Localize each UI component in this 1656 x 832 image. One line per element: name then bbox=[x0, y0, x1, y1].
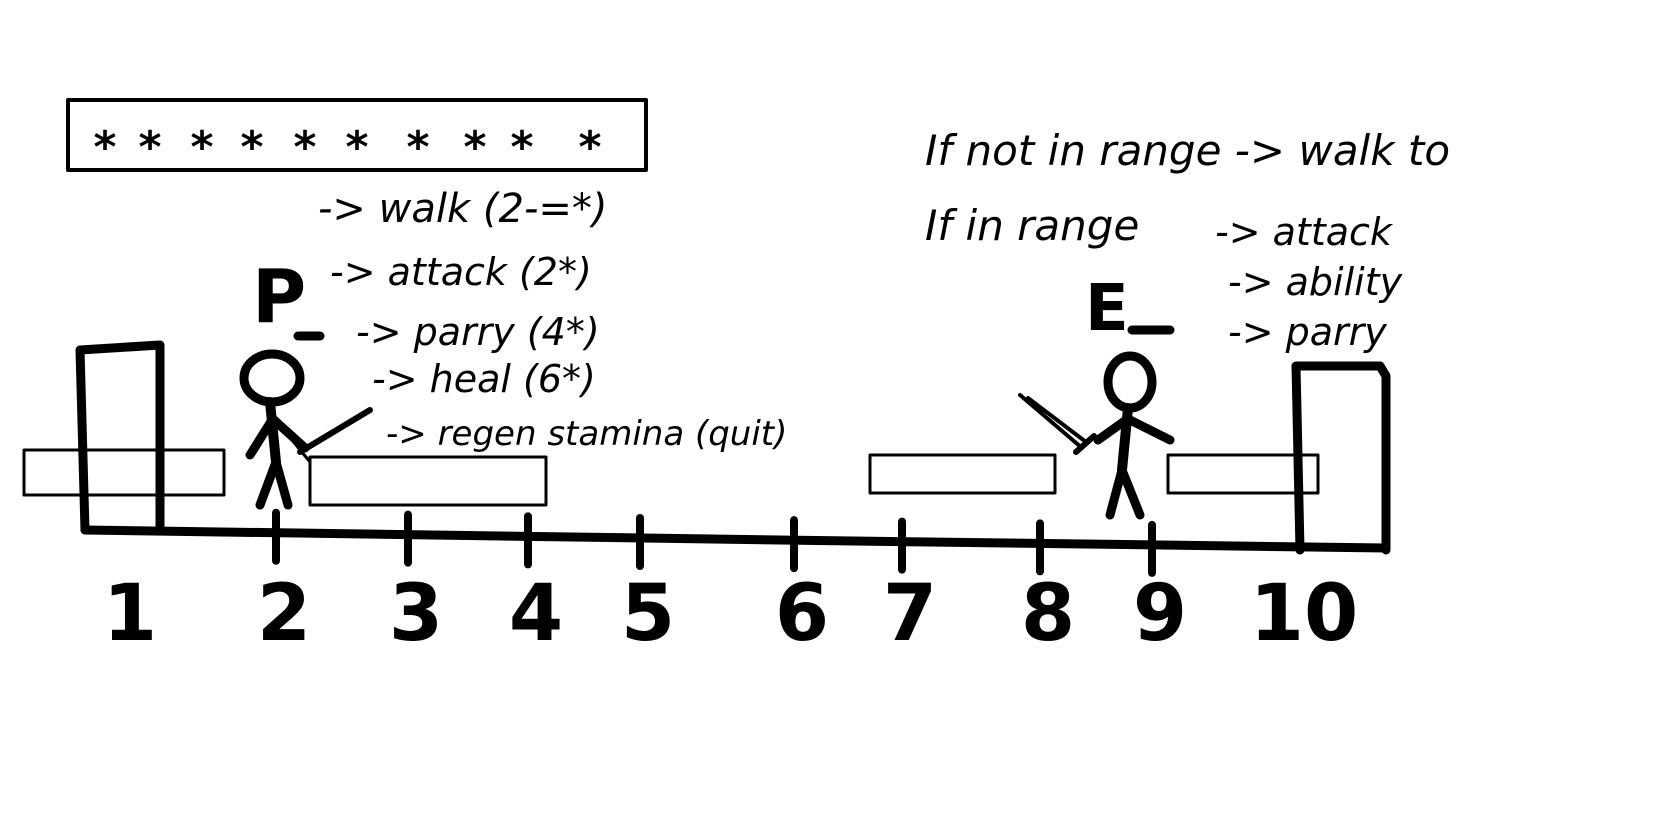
enemy: E If not in range -> walk to If in range… bbox=[925, 126, 1450, 520]
game-sketch-canvas: * * * * * * * * * * P -> walk (2-=*) -> attack (2… bbox=[22, 98, 1450, 659]
enemy-label: E bbox=[1085, 272, 1129, 346]
enemy-rule-in-range: If in range bbox=[925, 201, 1139, 250]
enemy-sword bbox=[1018, 393, 1097, 455]
stamina-star: * bbox=[138, 122, 161, 173]
enemy-action-ability: -> ability bbox=[1228, 260, 1403, 304]
stamina-star: * bbox=[190, 122, 213, 173]
platform bbox=[308, 455, 548, 507]
enemy-stick-figure bbox=[1093, 351, 1175, 520]
enemy-action-attack: -> attack bbox=[1215, 210, 1394, 254]
stamina-star: * bbox=[93, 122, 116, 173]
enemy-action-parry: -> parry bbox=[1228, 310, 1387, 354]
track-position-label: 8 bbox=[1021, 569, 1075, 659]
stamina-star: * bbox=[293, 122, 316, 173]
player-label: P bbox=[252, 254, 306, 340]
player-action-walk: -> walk (2-=*) bbox=[318, 186, 608, 232]
player-action-parry: -> parry (4*) bbox=[356, 310, 600, 354]
track-position-label: 2 bbox=[257, 569, 311, 659]
track-line bbox=[80, 525, 1391, 553]
stamina-star: * bbox=[578, 122, 601, 173]
player-action-attack: -> attack (2*) bbox=[330, 250, 592, 294]
player-sword bbox=[290, 407, 373, 464]
stamina-star: * bbox=[406, 122, 429, 173]
player-action-list: -> walk (2-=*) -> attack (2*) -> parry (… bbox=[318, 186, 787, 454]
stamina-star: * bbox=[510, 122, 533, 173]
player-stick-figure bbox=[239, 349, 310, 510]
right-door bbox=[1291, 361, 1391, 555]
player-action-heal: -> heal (6*) bbox=[372, 357, 596, 401]
player-action-regen: -> regen stamina (quit) bbox=[386, 414, 787, 454]
enemy-rule-not-in-range: If not in range -> walk to bbox=[925, 126, 1450, 175]
stamina-bar: * * * * * * * * * * bbox=[66, 98, 648, 173]
left-door bbox=[75, 340, 165, 535]
track-position-label: 6 bbox=[775, 569, 829, 659]
enemy-ai-rules: If not in range -> walk to If in range -… bbox=[925, 126, 1450, 354]
track-position-label: 1 bbox=[103, 569, 157, 659]
stamina-star: * bbox=[345, 122, 368, 173]
stamina-stars: * * * * * * * * * * bbox=[93, 122, 601, 173]
track-position-label: 3 bbox=[389, 569, 443, 659]
platform bbox=[22, 448, 226, 497]
track-position-label: 7 bbox=[883, 569, 937, 659]
position-track: 1 2 3 4 5 6 7 8 9 10 bbox=[80, 508, 1391, 659]
track-position-label: 4 bbox=[509, 569, 563, 659]
platform bbox=[868, 453, 1057, 495]
track-position-label: 10 bbox=[1250, 569, 1359, 659]
track-position-label: 9 bbox=[1133, 569, 1187, 659]
track-position-label: 5 bbox=[621, 569, 675, 659]
stamina-star: * bbox=[463, 122, 486, 173]
stamina-star: * bbox=[240, 122, 263, 173]
